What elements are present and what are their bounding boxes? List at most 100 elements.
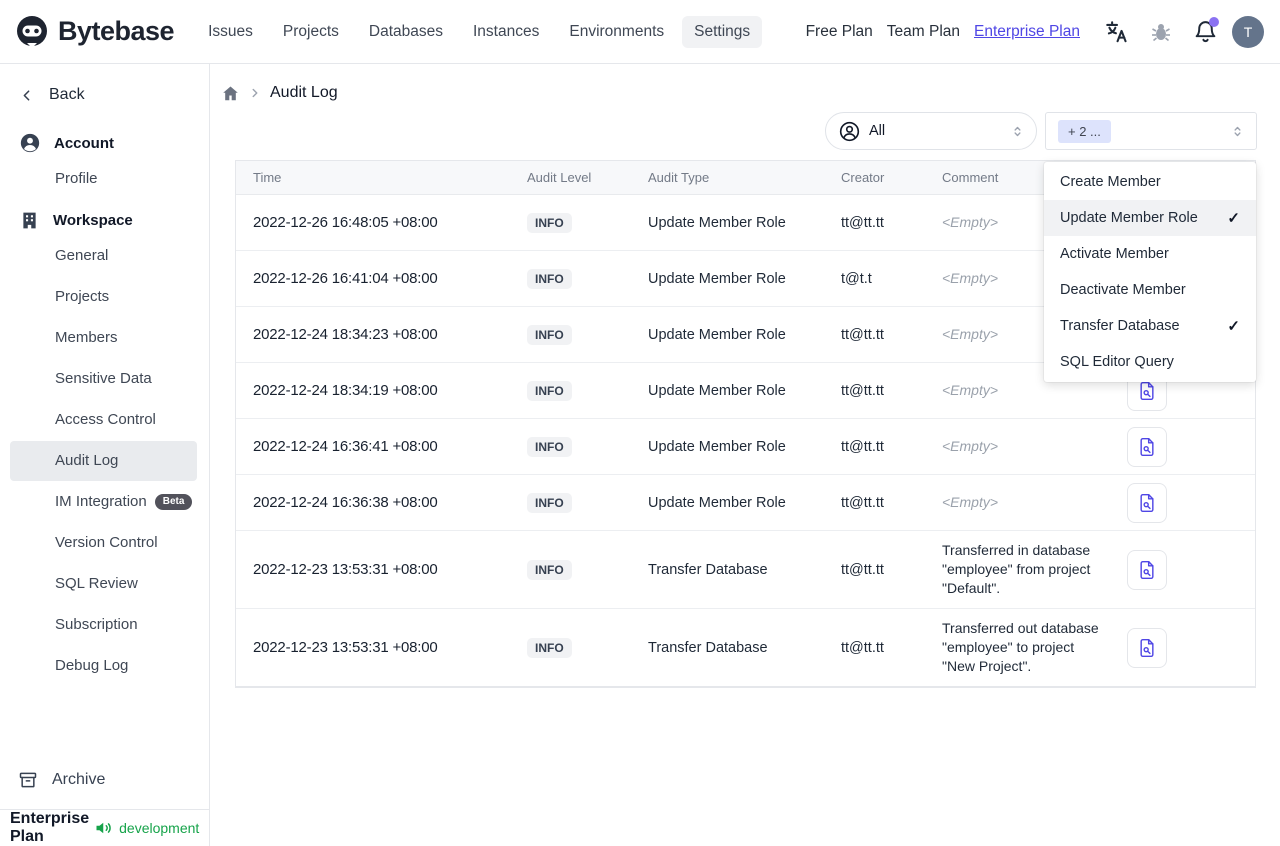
sidebar-item-version-control[interactable]: Version Control: [10, 523, 197, 563]
menu-item-sql-editor-query[interactable]: SQL Editor Query: [1044, 344, 1256, 380]
back-label: Back: [49, 86, 85, 103]
type-cell: Update Member Role: [648, 438, 786, 455]
sidebar-item-sql-review[interactable]: SQL Review: [10, 564, 197, 604]
level-badge: INFO: [527, 436, 572, 457]
menu-item-label: Activate Member: [1060, 246, 1169, 262]
type-cell: Update Member Role: [648, 326, 786, 343]
menu-item-label: Transfer Database: [1060, 318, 1180, 334]
creator-filter-select[interactable]: All: [825, 112, 1037, 150]
type-cell: Transfer Database: [648, 561, 768, 578]
menu-item-update-member-role[interactable]: Update Member Role ✓: [1044, 200, 1256, 236]
user-avatar[interactable]: T: [1232, 15, 1264, 48]
sidebar-item-access-control[interactable]: Access Control: [10, 400, 197, 440]
enterprise-plan-link[interactable]: Enterprise Plan: [972, 19, 1082, 45]
menu-item-label: Deactivate Member: [1060, 282, 1186, 298]
top-nav: Bytebase Issues Projects Databases Insta…: [0, 0, 1280, 64]
time-cell: 2022-12-24 18:34:23 +08:00: [253, 326, 438, 343]
bytebase-logo-icon: [14, 14, 50, 50]
nav-settings[interactable]: Settings: [682, 15, 763, 48]
creator-cell: tt@tt.tt: [841, 494, 884, 511]
im-integration-label: IM Integration: [55, 493, 147, 510]
current-plan-label: Enterprise Plan: [10, 810, 90, 845]
menu-item-create-member[interactable]: Create Member: [1044, 164, 1256, 200]
nav-issues[interactable]: Issues: [196, 16, 265, 48]
view-detail-button[interactable]: [1127, 426, 1167, 467]
back-button[interactable]: Back: [0, 80, 209, 110]
creator-cell: tt@tt.tt: [841, 382, 884, 399]
type-cell: Transfer Database: [648, 639, 768, 656]
sidebar-item-sensitive-data[interactable]: Sensitive Data: [10, 359, 197, 399]
col-time: Time: [253, 170, 282, 185]
menu-item-label: Create Member: [1060, 174, 1161, 190]
sidebar-item-audit-log[interactable]: Audit Log: [10, 441, 197, 481]
menu-item-deactivate-member[interactable]: Deactivate Member: [1044, 272, 1256, 308]
comment-cell: Transferred in database "employee" from …: [942, 542, 1091, 596]
bytebase-logo[interactable]: Bytebase: [14, 14, 175, 50]
creator-cell: tt@tt.tt: [841, 561, 884, 578]
person-circle-icon: [838, 120, 861, 143]
nav-instances[interactable]: Instances: [461, 16, 551, 48]
creator-cell: tt@tt.tt: [841, 326, 884, 343]
type-cell: Update Member Role: [648, 494, 786, 511]
free-plan-link[interactable]: Free Plan: [804, 19, 875, 45]
archive-label: Archive: [52, 771, 106, 788]
brand-name: Bytebase: [58, 16, 175, 46]
sidebar-item-general[interactable]: General: [10, 236, 197, 276]
home-icon[interactable]: [221, 84, 240, 103]
environment-label: development: [119, 820, 200, 836]
view-detail-button[interactable]: [1127, 627, 1167, 668]
level-badge: INFO: [527, 324, 572, 345]
archive-button[interactable]: Archive: [0, 765, 209, 795]
translate-icon[interactable]: [1100, 15, 1134, 49]
sidebar-item-profile[interactable]: Profile: [10, 159, 197, 199]
comment-cell: <Empty>: [942, 438, 999, 455]
comment-cell: <Empty>: [942, 382, 999, 399]
table-row: 2022-12-24 16:36:41 +08:00 INFO Update M…: [236, 419, 1255, 475]
menu-item-transfer-database[interactable]: Transfer Database ✓: [1044, 308, 1256, 344]
level-badge: INFO: [527, 559, 572, 580]
check-icon: ✓: [1227, 318, 1240, 335]
breadcrumb-chevron-icon: [248, 86, 262, 100]
sidebar-item-members[interactable]: Members: [10, 318, 197, 358]
level-badge: INFO: [527, 380, 572, 401]
type-cell: Update Member Role: [648, 214, 786, 231]
level-badge: INFO: [527, 492, 572, 513]
sidebar-item-debug-log[interactable]: Debug Log: [10, 646, 197, 686]
nav-environments[interactable]: Environments: [557, 16, 676, 48]
select-caret-icon: [1009, 123, 1026, 140]
creator-cell: tt@tt.tt: [841, 438, 884, 455]
sidebar-item-projects[interactable]: Projects: [10, 277, 197, 317]
audit-type-dropdown-menu: Create Member Update Member Role ✓ Activ…: [1044, 162, 1256, 382]
creator-cell: tt@tt.tt: [841, 214, 884, 231]
creator-filter-value: All: [869, 123, 886, 139]
nav-databases[interactable]: Databases: [357, 16, 455, 48]
view-detail-button[interactable]: [1127, 482, 1167, 523]
back-chevron-icon: [18, 87, 35, 104]
sidebar-item-im-integration[interactable]: IM Integration Beta: [10, 482, 197, 522]
time-cell: 2022-12-26 16:48:05 +08:00: [253, 214, 438, 231]
sidebar-item-subscription[interactable]: Subscription: [10, 605, 197, 645]
type-cell: Update Member Role: [648, 382, 786, 399]
col-audit-type: Audit Type: [648, 170, 710, 185]
workspace-section-header: Workspace: [0, 205, 209, 235]
team-plan-link[interactable]: Team Plan: [885, 19, 962, 45]
time-cell: 2022-12-24 16:36:41 +08:00: [253, 438, 438, 455]
time-cell: 2022-12-24 16:36:38 +08:00: [253, 494, 438, 511]
breadcrumb-current: Audit Log: [270, 84, 338, 101]
notifications-bell-icon[interactable]: [1188, 15, 1222, 49]
menu-item-activate-member[interactable]: Activate Member: [1044, 236, 1256, 272]
plan-status-bar: Enterprise Plan development: [0, 809, 209, 846]
col-creator: Creator: [841, 170, 885, 185]
level-badge: INFO: [527, 268, 572, 289]
nav-projects[interactable]: Projects: [271, 16, 351, 48]
level-badge: INFO: [527, 212, 572, 233]
select-caret-icon: [1229, 123, 1246, 140]
time-cell: 2022-12-24 18:34:19 +08:00: [253, 382, 438, 399]
bug-report-icon[interactable]: [1144, 15, 1178, 49]
audit-type-filter-select[interactable]: + 2 ...: [1045, 112, 1257, 150]
creator-cell: tt@tt.tt: [841, 639, 884, 656]
breadcrumb: Audit Log: [210, 64, 1280, 108]
view-detail-button[interactable]: [1127, 549, 1167, 590]
type-filter-count-tag[interactable]: + 2 ...: [1058, 119, 1111, 143]
time-cell: 2022-12-26 16:41:04 +08:00: [253, 270, 438, 287]
